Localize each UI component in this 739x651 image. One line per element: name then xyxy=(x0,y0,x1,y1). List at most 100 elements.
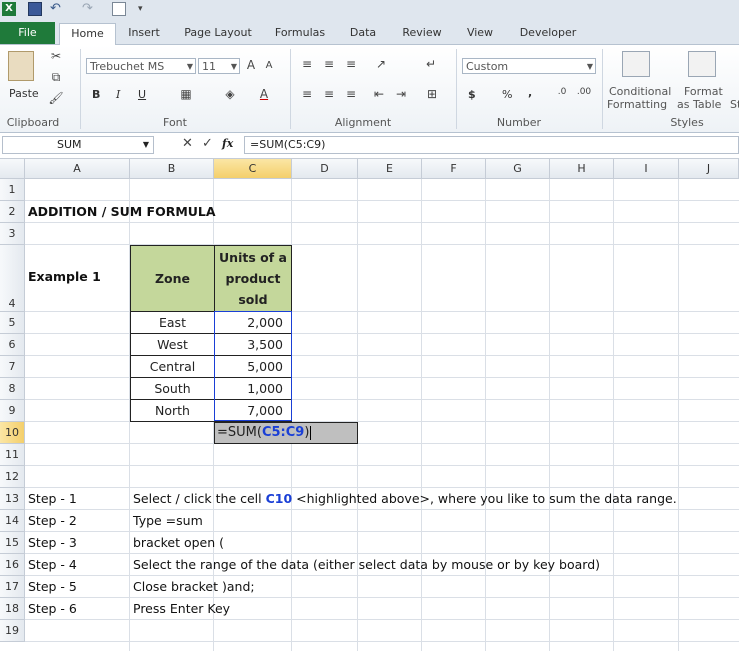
tab-review[interactable]: Review xyxy=(394,23,450,43)
tab-data[interactable]: Data xyxy=(340,23,386,43)
formula-input[interactable]: =SUM(C5:C9) xyxy=(244,136,739,154)
units-cell[interactable]: 5,000 xyxy=(214,355,292,378)
percent-button[interactable]: % xyxy=(502,88,512,101)
tab-page-layout[interactable]: Page Layout xyxy=(178,23,258,43)
row-header-12[interactable]: 12 xyxy=(0,466,25,488)
column-header-g[interactable]: G xyxy=(486,159,550,179)
format-as-table-button[interactable]: Format xyxy=(684,85,723,98)
edit-cell-c10[interactable]: =SUM(C5:C9) xyxy=(214,422,358,444)
cancel-icon[interactable]: ✕ xyxy=(182,136,193,151)
paste-icon[interactable] xyxy=(8,51,34,81)
worksheet-grid[interactable]: ABCDEFGHIJ 1 2 3 4 5 6 7 8 9 10 11 12 13 14 15 16 17 18 19… xyxy=(0,159,739,651)
orientation-icon[interactable]: ↗ xyxy=(372,57,390,71)
row-header-4[interactable]: 4 xyxy=(0,245,25,312)
column-header-b[interactable]: B xyxy=(130,159,214,179)
align-top-icon[interactable]: ≡ xyxy=(300,57,314,71)
row-header-9[interactable]: 9 xyxy=(0,400,25,422)
column-header-a[interactable]: A xyxy=(25,159,130,179)
format-as-table-icon[interactable] xyxy=(688,51,716,77)
tab-developer[interactable]: Developer xyxy=(512,23,584,43)
conditional-formatting-icon[interactable] xyxy=(622,51,650,77)
column-header-f[interactable]: F xyxy=(422,159,486,179)
column-header-i[interactable]: I xyxy=(614,159,679,179)
align-right-icon[interactable]: ≡ xyxy=(344,87,358,101)
row-header-19[interactable]: 19 xyxy=(0,620,25,642)
row-header-14[interactable]: 14 xyxy=(0,510,25,532)
tab-formulas[interactable]: Formulas xyxy=(268,23,332,43)
currency-button[interactable]: $ xyxy=(468,88,476,101)
increase-indent-icon[interactable]: ⇥ xyxy=(394,87,408,101)
row-header-8[interactable]: 8 xyxy=(0,378,25,400)
row-header-1[interactable]: 1 xyxy=(0,179,25,201)
merge-center-icon[interactable]: ⊞ xyxy=(424,87,440,101)
enter-icon[interactable]: ✓ xyxy=(202,136,213,151)
row-header-18[interactable]: 18 xyxy=(0,598,25,620)
tab-view[interactable]: View xyxy=(458,23,502,43)
increase-decimal-icon[interactable]: .0 xyxy=(554,87,570,97)
underline-button[interactable]: U xyxy=(138,88,146,101)
format-painter-icon[interactable]: 🖌 xyxy=(48,91,64,105)
units-cell[interactable]: 3,500 xyxy=(214,333,292,356)
zone-cell[interactable]: South xyxy=(130,377,215,400)
wrap-text-icon[interactable]: ↵ xyxy=(424,57,438,71)
customize-toolbar-icon[interactable]: ▾ xyxy=(138,2,152,16)
row-header-3[interactable]: 3 xyxy=(0,223,25,245)
font-size-select[interactable]: 11 ▼ xyxy=(198,58,240,74)
row-header-13[interactable]: 13 xyxy=(0,488,25,510)
column-header-e[interactable]: E xyxy=(358,159,422,179)
conditional-formatting-button[interactable]: Conditional xyxy=(609,85,671,98)
row-header-17[interactable]: 17 xyxy=(0,576,25,598)
tab-insert[interactable]: Insert xyxy=(118,23,170,43)
comma-button[interactable]: , xyxy=(528,86,532,99)
select-all-corner[interactable] xyxy=(0,159,25,179)
row-header-16[interactable]: 16 xyxy=(0,554,25,576)
zone-cell[interactable]: North xyxy=(130,399,215,422)
cell-styles-button[interactable]: St xyxy=(730,98,739,111)
paste-button[interactable]: Paste xyxy=(9,87,39,100)
align-middle-icon[interactable]: ≡ xyxy=(322,57,336,71)
align-left-icon[interactable]: ≡ xyxy=(300,87,314,101)
bold-button[interactable]: B xyxy=(92,88,100,101)
decrease-decimal-icon[interactable]: .00 xyxy=(576,87,592,97)
cut-icon[interactable]: ✂ xyxy=(48,49,64,63)
row-header-15[interactable]: 15 xyxy=(0,532,25,554)
header-zone[interactable]: Zone xyxy=(130,245,215,312)
zone-cell[interactable]: Central xyxy=(130,355,215,378)
print-preview-icon[interactable] xyxy=(112,2,126,16)
column-header-d[interactable]: D xyxy=(292,159,358,179)
units-cell[interactable]: 1,000 xyxy=(214,377,292,400)
row-header-11[interactable]: 11 xyxy=(0,444,25,466)
name-box[interactable]: SUM ▼ xyxy=(2,136,154,154)
fill-color-icon[interactable]: ◈ xyxy=(222,87,238,101)
shrink-font-icon[interactable]: A xyxy=(262,60,276,71)
tab-file[interactable]: File xyxy=(0,22,55,44)
align-bottom-icon[interactable]: ≡ xyxy=(344,57,358,71)
borders-icon[interactable]: ▦ xyxy=(178,87,194,101)
number-format-select[interactable]: Custom ▼ xyxy=(462,58,596,74)
save-icon[interactable] xyxy=(28,2,42,16)
zone-cell[interactable]: West xyxy=(130,333,215,356)
insert-function-icon[interactable]: fx xyxy=(222,137,233,150)
row-header-7[interactable]: 7 xyxy=(0,356,25,378)
font-name-select[interactable]: Trebuchet MS ▼ xyxy=(86,58,196,74)
row-header-5[interactable]: 5 xyxy=(0,312,25,334)
tab-home[interactable]: Home xyxy=(59,23,116,45)
row-header-6[interactable]: 6 xyxy=(0,334,25,356)
align-center-icon[interactable]: ≡ xyxy=(322,87,336,101)
copy-icon[interactable]: ⧉ xyxy=(48,70,64,85)
italic-button[interactable]: I xyxy=(116,88,120,101)
column-header-h[interactable]: H xyxy=(550,159,614,179)
column-header-j[interactable]: J xyxy=(679,159,739,179)
row-header-10[interactable]: 10 xyxy=(0,422,25,444)
row-header-2[interactable]: 2 xyxy=(0,201,25,223)
column-header-c[interactable]: C xyxy=(214,159,292,179)
zone-cell[interactable]: East xyxy=(130,311,215,334)
decrease-indent-icon[interactable]: ⇤ xyxy=(372,87,386,101)
grow-font-icon[interactable]: A xyxy=(244,58,258,72)
redo-icon[interactable]: ↷ xyxy=(82,2,96,16)
units-cell[interactable]: 2,000 xyxy=(214,311,292,334)
header-units[interactable]: Units of a product sold xyxy=(214,245,292,312)
units-cell[interactable]: 7,000 xyxy=(214,399,292,422)
font-color-icon[interactable]: A xyxy=(256,87,272,101)
undo-icon[interactable]: ↶ xyxy=(50,2,64,16)
